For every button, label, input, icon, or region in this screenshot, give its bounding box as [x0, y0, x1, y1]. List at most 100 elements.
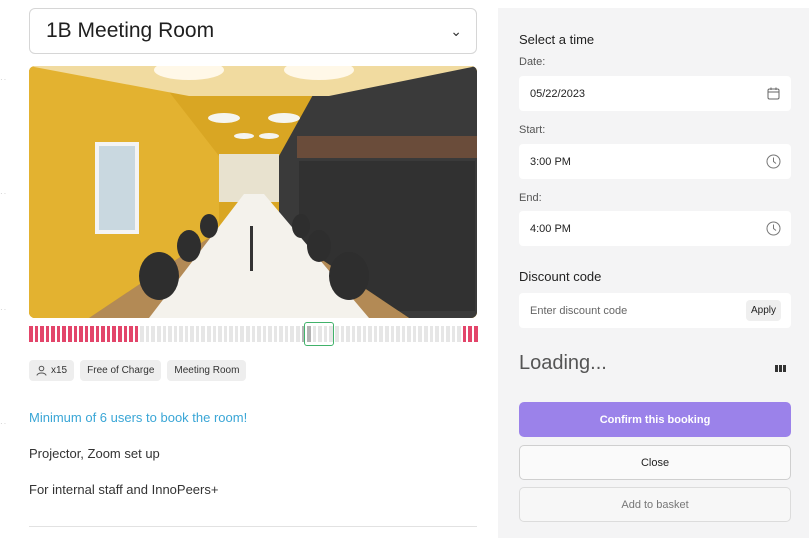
time-slot-free[interactable]: [446, 326, 450, 342]
time-slot-free[interactable]: [385, 326, 389, 342]
bars-icon: [775, 365, 786, 372]
room-tags: x15 Free of Charge Meeting Room: [29, 360, 247, 381]
start-time-field[interactable]: 3:00 PM: [519, 144, 791, 179]
time-slot-free[interactable]: [368, 326, 372, 342]
time-slot-free[interactable]: [373, 326, 378, 342]
time-slot-booked[interactable]: [101, 326, 105, 342]
time-slot-free[interactable]: [151, 326, 155, 342]
divider: [29, 526, 477, 527]
time-slot-free[interactable]: [362, 326, 367, 342]
time-slot-free[interactable]: [145, 326, 150, 342]
clock-icon[interactable]: [765, 221, 781, 237]
time-slot-free[interactable]: [218, 326, 222, 342]
room-title: 1B Meeting Room: [46, 19, 215, 42]
time-slot-free[interactable]: [223, 326, 228, 342]
time-slot-free[interactable]: [245, 326, 250, 342]
availability-timeline[interactable]: [29, 322, 478, 346]
time-slot-booked[interactable]: [56, 326, 61, 342]
edge-dots: ··: [0, 75, 8, 84]
time-slot-booked[interactable]: [123, 326, 128, 342]
time-slot-free[interactable]: [346, 326, 350, 342]
time-slot-free[interactable]: [440, 326, 445, 342]
calendar-icon[interactable]: [765, 86, 781, 102]
time-slot-free[interactable]: [379, 326, 383, 342]
time-slot-booked[interactable]: [73, 326, 78, 342]
time-slot-booked[interactable]: [67, 326, 72, 342]
time-slot-free[interactable]: [179, 326, 183, 342]
time-slot-free[interactable]: [390, 326, 395, 342]
time-slot-booked[interactable]: [84, 326, 89, 342]
time-slot-booked[interactable]: [474, 326, 478, 342]
time-slot-free[interactable]: [407, 326, 411, 342]
person-icon: [36, 365, 47, 376]
time-slot-free[interactable]: [351, 326, 356, 342]
time-slot-free[interactable]: [429, 326, 434, 342]
time-slot-booked[interactable]: [134, 326, 139, 342]
time-slot-free[interactable]: [451, 326, 456, 342]
time-slot-free[interactable]: [435, 326, 439, 342]
time-slot-free[interactable]: [334, 326, 339, 342]
time-slot-free[interactable]: [340, 326, 345, 342]
time-slot-free[interactable]: [401, 326, 406, 342]
edge-dots: ··: [0, 305, 8, 314]
time-slot-free[interactable]: [396, 326, 400, 342]
time-slot-free[interactable]: [184, 326, 189, 342]
edge-dots: ··: [0, 419, 8, 428]
time-slot-booked[interactable]: [462, 326, 467, 342]
apply-discount-button[interactable]: Apply: [745, 300, 781, 321]
time-slot-booked[interactable]: [62, 326, 66, 342]
time-slot-free[interactable]: [251, 326, 256, 342]
time-slot-free[interactable]: [457, 326, 461, 342]
time-slot-free[interactable]: [162, 326, 167, 342]
time-slot-free[interactable]: [412, 326, 417, 342]
time-slot-free[interactable]: [273, 326, 278, 342]
time-slot-free[interactable]: [290, 326, 294, 342]
time-slot-free[interactable]: [168, 326, 172, 342]
confirm-booking-button[interactable]: Confirm this booking: [519, 402, 791, 437]
time-slot-free[interactable]: [190, 326, 194, 342]
time-slot-free[interactable]: [240, 326, 244, 342]
edge-dots: ··: [0, 189, 8, 198]
time-slot-booked[interactable]: [79, 326, 83, 342]
time-slot-free[interactable]: [234, 326, 239, 342]
time-slot-free[interactable]: [195, 326, 200, 342]
add-to-basket-button[interactable]: Add to basket: [519, 487, 791, 522]
time-slot-booked[interactable]: [95, 326, 100, 342]
time-slot-booked[interactable]: [129, 326, 133, 342]
time-slot-booked[interactable]: [51, 326, 55, 342]
time-slot-booked[interactable]: [45, 326, 50, 342]
time-slot-free[interactable]: [173, 326, 178, 342]
time-slot-free[interactable]: [229, 326, 233, 342]
time-slot-free[interactable]: [257, 326, 261, 342]
time-slot-booked[interactable]: [34, 326, 39, 342]
loading-indicator: Loading...: [519, 352, 607, 374]
discount-input[interactable]: Enter discount code: [530, 305, 746, 317]
time-slot-booked[interactable]: [106, 326, 111, 342]
time-slot-free[interactable]: [212, 326, 217, 342]
time-slot-booked[interactable]: [468, 326, 472, 342]
selected-slot-indicator[interactable]: [304, 322, 334, 346]
time-slot-booked[interactable]: [112, 326, 116, 342]
time-slot-free[interactable]: [156, 326, 161, 342]
time-slot-free[interactable]: [423, 326, 428, 342]
discount-field[interactable]: Enter discount code Apply: [519, 293, 791, 328]
time-slot-free[interactable]: [201, 326, 205, 342]
time-slot-free[interactable]: [357, 326, 361, 342]
time-slot-free[interactable]: [268, 326, 272, 342]
date-field[interactable]: 05/22/2023: [519, 76, 791, 111]
time-slot-booked[interactable]: [40, 326, 44, 342]
time-slot-free[interactable]: [207, 326, 211, 342]
clock-icon[interactable]: [765, 154, 781, 170]
time-slot-booked[interactable]: [118, 326, 122, 342]
room-select-dropdown[interactable]: 1B Meeting Room ⌄: [29, 8, 477, 54]
end-time-field[interactable]: 4:00 PM: [519, 211, 791, 246]
time-slot-free[interactable]: [262, 326, 267, 342]
time-slot-free[interactable]: [284, 326, 289, 342]
time-slot-free[interactable]: [418, 326, 422, 342]
time-slot-free[interactable]: [140, 326, 144, 342]
time-slot-free[interactable]: [279, 326, 283, 342]
time-slot-booked[interactable]: [29, 326, 33, 342]
time-slot-booked[interactable]: [90, 326, 94, 342]
close-button[interactable]: Close: [519, 445, 791, 480]
time-slot-free[interactable]: [296, 326, 300, 342]
